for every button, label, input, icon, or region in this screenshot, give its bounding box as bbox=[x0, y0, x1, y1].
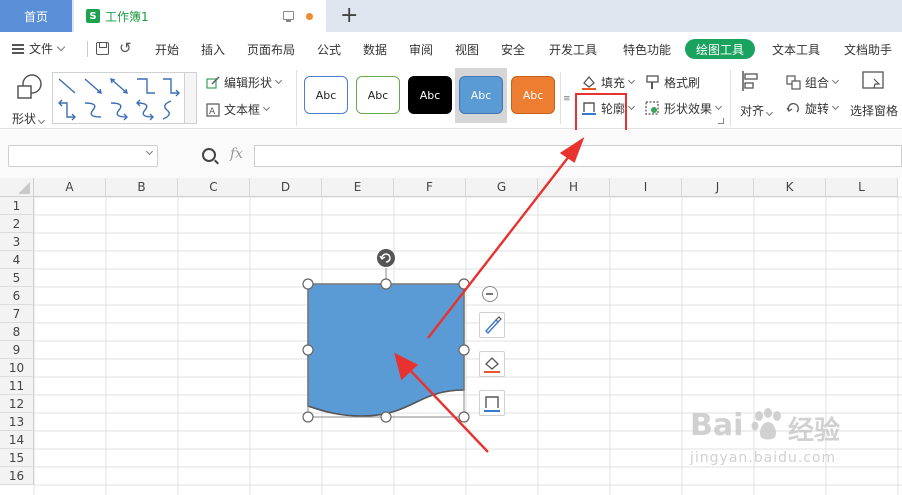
annotation-arrow-to-shape bbox=[407, 367, 489, 453]
paw-logo-icon bbox=[751, 408, 781, 440]
baidu-watermark: Bai 经验 jingyan.baidu.com bbox=[690, 408, 841, 466]
annotation-arrow-to-outline bbox=[427, 154, 571, 339]
